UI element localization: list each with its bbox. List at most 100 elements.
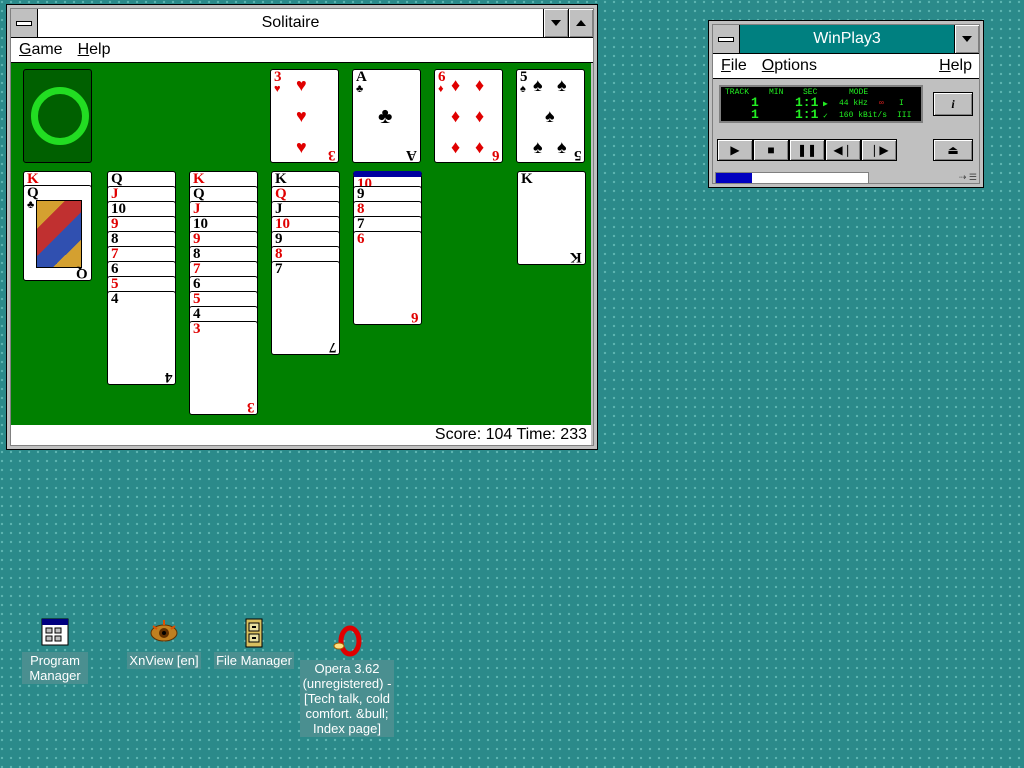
- spade-icon: ♠: [533, 75, 543, 95]
- eject-icon: ⏏: [947, 143, 959, 157]
- tableau-card[interactable]: 77: [271, 261, 340, 355]
- previous-icon: ◀❘: [833, 143, 853, 157]
- menu-game-label: ame: [31, 41, 63, 58]
- menu-file-label: ile: [730, 57, 747, 74]
- recycle-ring-icon: [31, 87, 89, 145]
- foundation-diamonds[interactable]: 6 ♦ ♦ ♦ ♦ ♦ ♦ ♦ 6: [434, 69, 503, 163]
- desktop-icon-opera[interactable]: Opera 3.62 (unregistered) - [Tech talk, …: [300, 624, 394, 737]
- opera-icon: [330, 624, 364, 658]
- menu-help-hotkey: H: [939, 57, 951, 74]
- stop-button[interactable]: ■: [753, 139, 789, 161]
- card-rank: 10: [193, 216, 208, 232]
- progress-bar[interactable]: [715, 172, 869, 184]
- card-rank: 7: [357, 216, 365, 232]
- card-rank: K: [521, 171, 533, 187]
- heart-icon: ♥: [296, 137, 307, 157]
- winplay3-titlebar[interactable]: WinPlay3: [713, 25, 979, 54]
- info-icon: i: [951, 96, 955, 111]
- spade-icon: ♠: [520, 83, 526, 95]
- card-rank: 9: [111, 216, 119, 232]
- minimize-icon: [551, 20, 561, 26]
- card-rank: Q: [111, 171, 123, 187]
- card-rank: 8: [193, 246, 201, 262]
- card-rank-bottom: K: [570, 249, 582, 265]
- time-readout-2: 1:1: [795, 107, 819, 122]
- system-menu-button[interactable]: [11, 9, 38, 37]
- score-time-readout: Score: 104 Time: 233: [434, 426, 587, 443]
- desktop-icon-xnview[interactable]: XnView [en]: [126, 616, 202, 669]
- card-rank: Q: [193, 186, 205, 202]
- menu-help-label: elp: [89, 41, 111, 58]
- play-button[interactable]: ▶: [717, 139, 753, 161]
- card-rank: 5: [111, 276, 119, 292]
- track-label: TRACK: [725, 88, 750, 97]
- diamond-icon: ♦: [451, 75, 461, 95]
- tableau-card[interactable]: 44: [107, 291, 176, 385]
- card-rank-bottom: A: [406, 147, 417, 163]
- minimize-button[interactable]: [543, 9, 568, 37]
- menu-help-hotkey: H: [77, 41, 90, 58]
- spade-icon: ♠: [533, 137, 543, 157]
- menu-file[interactable]: File: [713, 57, 754, 75]
- desktop-icon-program-manager[interactable]: Program Manager: [22, 616, 88, 684]
- info-button[interactable]: i: [933, 92, 973, 116]
- solitaire-menubar: Game Help: [11, 38, 593, 63]
- card-rank: 7: [111, 246, 119, 262]
- menu-game[interactable]: Game: [11, 41, 70, 59]
- foundation-hearts[interactable]: 3 ♥ ♥ ♥ ♥ 3: [270, 69, 339, 163]
- program-manager-icon: [38, 616, 72, 650]
- card-rank: 4: [111, 291, 119, 307]
- file-manager-icon: [237, 616, 271, 650]
- tableau-card[interactable]: KK: [517, 171, 586, 265]
- card-rank-bottom: 7: [328, 339, 337, 355]
- status-bar: Score: 104 Time: 233: [11, 425, 591, 445]
- heart-icon: ♥: [296, 75, 307, 95]
- card-rank-bottom: 5: [573, 147, 582, 163]
- waste-card-queen[interactable]: Q ♣ Q: [23, 185, 92, 281]
- foundation-spades[interactable]: 5 ♠ ♠ ♠ ♠ ♠ ♠ 5: [516, 69, 585, 163]
- system-menu-icon: [718, 36, 734, 42]
- card-rank: 6: [357, 231, 365, 247]
- next-button[interactable]: ❘▶: [861, 139, 897, 161]
- menu-help[interactable]: Help: [931, 57, 979, 75]
- pause-button[interactable]: ❚❚: [789, 139, 825, 161]
- minimize-button[interactable]: [954, 25, 979, 53]
- tableau-card[interactable]: 33: [189, 321, 258, 415]
- progress-fill: [716, 173, 753, 183]
- stock-pile[interactable]: [23, 69, 92, 163]
- previous-button[interactable]: ◀❘: [825, 139, 861, 161]
- card-rank: 4: [193, 306, 201, 322]
- system-menu-button[interactable]: [713, 25, 740, 53]
- menu-help[interactable]: Help: [70, 41, 118, 59]
- winplay3-window: WinPlay3 File Options Help TRACK MIN SEC…: [708, 20, 984, 188]
- desktop-icon-label: File Manager: [214, 652, 294, 669]
- desktop-icon-label: Program Manager: [22, 652, 88, 684]
- card-rank-bottom: 6: [491, 147, 500, 163]
- card-rank: 8: [357, 201, 365, 217]
- card-rank: 9: [357, 186, 365, 202]
- menu-options[interactable]: Options: [754, 57, 824, 75]
- card-rank: 10: [275, 216, 290, 232]
- card-rank: K: [193, 171, 205, 187]
- diamond-icon: ♦: [438, 83, 444, 95]
- stop-icon: ■: [767, 143, 775, 157]
- resize-grip-icon[interactable]: ⇢ ☰: [937, 172, 977, 182]
- next-icon: ❘▶: [869, 143, 889, 157]
- card-rank: 5: [193, 291, 201, 307]
- spade-icon: ♠: [557, 137, 567, 157]
- spade-icon: ♠: [557, 75, 567, 95]
- foundation-clubs[interactable]: A ♣ ♣ A: [352, 69, 421, 163]
- desktop-icon-file-manager[interactable]: File Manager: [210, 616, 298, 669]
- solitaire-titlebar[interactable]: Solitaire: [11, 9, 593, 38]
- tableau-card[interactable]: 66: [353, 231, 422, 325]
- window-title: Solitaire: [38, 9, 543, 37]
- card-rank: 9: [275, 231, 283, 247]
- eject-button[interactable]: ⏏: [933, 139, 973, 161]
- min-label: MIN: [769, 88, 784, 97]
- card-rank: 9: [193, 231, 201, 247]
- maximize-button[interactable]: [568, 9, 593, 37]
- card-rank: 3: [193, 321, 201, 337]
- card-rank-bottom: 3: [327, 147, 336, 163]
- mode-readout: I: [899, 99, 904, 108]
- card-rank: J: [275, 201, 283, 217]
